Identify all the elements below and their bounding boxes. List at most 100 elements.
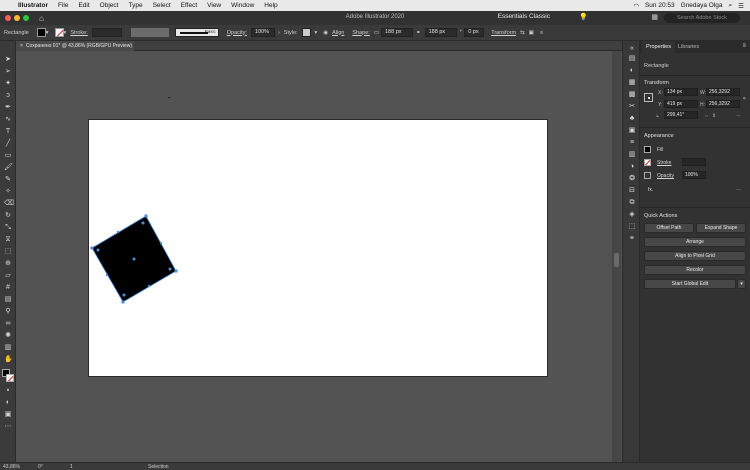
align-label[interactable]: Align: [332, 30, 344, 36]
rotate-tool-icon[interactable]: ↻: [4, 212, 12, 220]
tab-libraries[interactable]: Libraries: [674, 41, 703, 53]
panel-menu-icon[interactable]: ≡: [742, 43, 746, 49]
stroke-weight-field[interactable]: [682, 158, 706, 166]
global-edit-options-button[interactable]: ▾: [737, 279, 746, 289]
menu-window[interactable]: Window: [226, 2, 259, 9]
zoom-window-button[interactable]: [23, 15, 29, 21]
brush-definition[interactable]: Basic: [174, 28, 219, 37]
rectangle-tool-icon[interactable]: ▭: [4, 152, 12, 160]
gradient-icon[interactable]: ▥: [628, 151, 636, 159]
artboard-number[interactable]: 1: [70, 464, 73, 470]
shape-height-field[interactable]: 188 px: [424, 28, 457, 37]
live-corner-widget[interactable]: [168, 267, 172, 271]
shape-builder-tool-icon[interactable]: ⊕: [4, 260, 12, 268]
menu-object[interactable]: Object: [95, 2, 124, 9]
direct-selection-tool-icon[interactable]: ➢: [4, 68, 12, 76]
arrange-button[interactable]: Arrange: [644, 237, 746, 247]
rotation-angle[interactable]: 0°: [38, 464, 43, 470]
collapse-panels-icon[interactable]: «: [628, 45, 636, 53]
graphic-style-swatch[interactable]: [301, 28, 311, 37]
recolor-button[interactable]: Recolor: [644, 265, 746, 275]
user-name[interactable]: Gnedaya Olga: [681, 2, 723, 9]
midpoint[interactable]: [159, 241, 163, 245]
expand-shape-button[interactable]: Expand Shape: [696, 223, 746, 233]
menu-edit[interactable]: Edit: [73, 2, 94, 9]
menu-select[interactable]: Select: [148, 2, 176, 9]
transform-options-icon[interactable]: ⇆: [520, 30, 525, 36]
opacity-field[interactable]: 100%: [250, 28, 275, 37]
close-window-button[interactable]: [5, 15, 11, 21]
anchor-point[interactable]: [144, 214, 148, 218]
symbols-icon[interactable]: ♣: [628, 115, 636, 123]
scale-tool-icon[interactable]: ⤡: [4, 224, 12, 232]
shape-width-field[interactable]: 188 px: [381, 28, 413, 37]
transparency-icon[interactable]: ◑: [628, 163, 636, 171]
variable-width-profile[interactable]: [130, 28, 169, 37]
paintbrush-tool-icon[interactable]: 🖌: [4, 164, 13, 172]
flip-horizontal-icon[interactable]: ⇔: [704, 113, 709, 119]
document-tab[interactable]: × Сохранено 01* @ 43,86% (RGB/GPU Preview…: [16, 41, 134, 51]
tab-properties[interactable]: Properties: [642, 41, 676, 53]
magic-wand-tool-icon[interactable]: ✦: [4, 80, 12, 88]
menu-effect[interactable]: Effect: [176, 2, 203, 9]
lasso-tool-icon[interactable]: ↄ: [4, 92, 12, 100]
libraries-icon[interactable]: ▤: [628, 55, 636, 63]
anchor-point[interactable]: [121, 300, 125, 304]
fx-label[interactable]: fx.: [648, 187, 653, 193]
color-icon[interactable]: ◐: [628, 67, 636, 75]
free-transform-tool-icon[interactable]: ⬚: [4, 248, 12, 256]
menu-type[interactable]: Type: [123, 2, 147, 9]
vertical-scrollbar[interactable]: [612, 51, 621, 462]
swatches-icon[interactable]: ▩: [628, 91, 636, 99]
menu-app[interactable]: Illustrator: [13, 2, 53, 9]
selected-rectangle[interactable]: [16, 51, 618, 462]
opacity-field[interactable]: 100%: [682, 171, 706, 179]
menu-view[interactable]: View: [202, 2, 226, 9]
fill-swatch[interactable]: [644, 146, 651, 153]
offset-path-button[interactable]: Offset Path: [644, 223, 694, 233]
type-tool-icon[interactable]: T: [4, 128, 12, 136]
corner-radius-field[interactable]: 0 px: [464, 28, 485, 37]
stroke-swatch[interactable]: [54, 28, 64, 37]
reference-point-icon[interactable]: [644, 93, 653, 102]
zoom-level[interactable]: 43,86%: [3, 464, 20, 470]
blend-tool-icon[interactable]: ∞: [4, 320, 12, 328]
mesh-tool-icon[interactable]: #: [4, 284, 12, 292]
brushes-icon[interactable]: ✂: [628, 103, 636, 111]
anchor-point[interactable]: [174, 269, 178, 273]
stroke-icon[interactable]: ≡: [628, 139, 636, 147]
x-field[interactable]: 134 px: [664, 88, 698, 96]
live-corner-widget[interactable]: [96, 248, 100, 252]
search-icon[interactable]: ⌕: [729, 2, 733, 10]
panel-menu-icon[interactable]: ≡: [540, 30, 543, 36]
w-field[interactable]: 256,3292: [706, 88, 740, 96]
pencil-tool-icon[interactable]: ✎: [4, 176, 12, 184]
stroke-weight-field[interactable]: [91, 28, 122, 37]
stroke-label[interactable]: Stroke: [657, 160, 671, 166]
symbol-sprayer-tool-icon[interactable]: ✺: [4, 332, 12, 340]
shaper-tool-icon[interactable]: ✧: [4, 188, 12, 196]
rotate-field[interactable]: 299,41°: [664, 111, 698, 119]
draw-mode-icon[interactable]: ◐: [4, 399, 12, 407]
chevron-down-icon[interactable]: ▾: [64, 30, 67, 36]
pathfinder-icon[interactable]: ⧉: [628, 199, 636, 207]
wifi-icon[interactable]: ◠: [633, 2, 639, 10]
line-tool-icon[interactable]: ╱: [4, 140, 12, 148]
appearance-icon[interactable]: ❂: [628, 175, 636, 183]
pen-tool-icon[interactable]: ✒: [4, 104, 12, 112]
h-field[interactable]: 256,3292: [706, 100, 740, 108]
live-corner-widget[interactable]: [141, 221, 145, 225]
width-tool-icon[interactable]: ⧖: [4, 236, 12, 244]
workspace-switcher[interactable]: Essentials Classic: [498, 13, 550, 20]
hand-tool-icon[interactable]: ✋: [4, 356, 13, 364]
fill-stroke-indicator[interactable]: [2, 369, 14, 383]
close-icon[interactable]: ×: [20, 43, 23, 49]
midpoint[interactable]: [147, 284, 151, 288]
start-global-edit-button[interactable]: Start Global Edit: [644, 279, 736, 289]
chevron-down-icon[interactable]: ▾: [315, 30, 318, 36]
fill-swatch[interactable]: [36, 28, 46, 37]
stroke-indicator[interactable]: [6, 374, 14, 382]
more-options-icon[interactable]: ⋯: [736, 187, 741, 193]
selection-tool-icon[interactable]: ➤: [4, 56, 12, 64]
opacity-label[interactable]: Opacity: [657, 173, 674, 179]
